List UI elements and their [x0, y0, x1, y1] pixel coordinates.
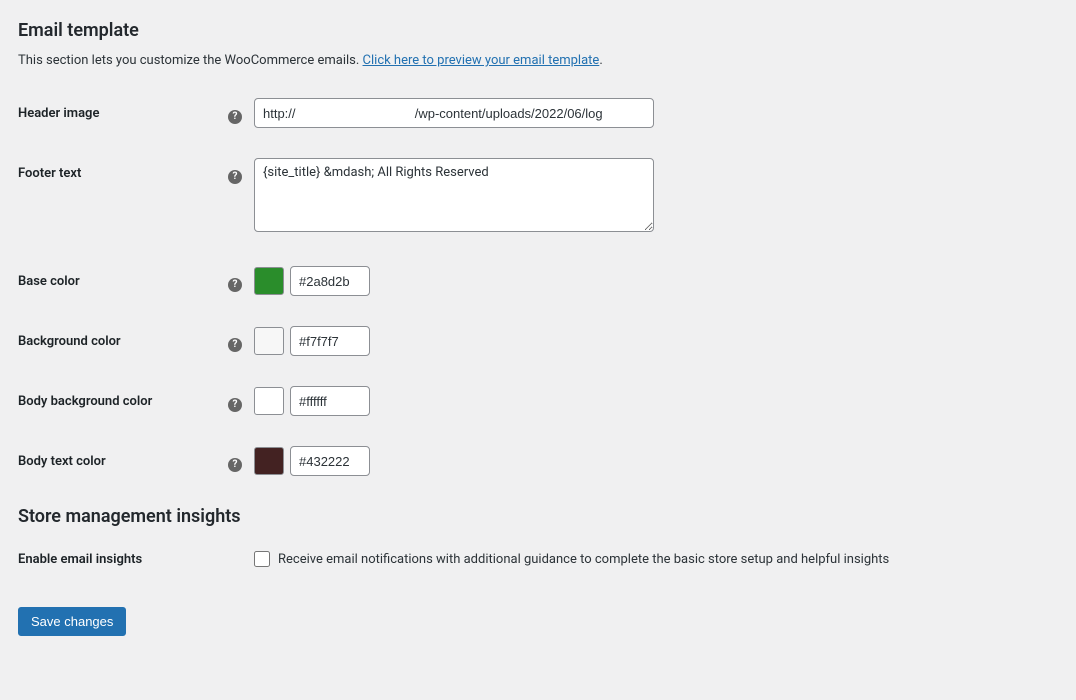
help-icon[interactable]: ? [228, 458, 242, 472]
body-text-color-swatch[interactable] [254, 447, 284, 475]
help-icon[interactable]: ? [228, 398, 242, 412]
section-email-template-desc: This section lets you customize the WooC… [18, 53, 1058, 68]
help-icon[interactable]: ? [228, 170, 242, 184]
header-image-label: Header image [18, 98, 228, 121]
body-bg-color-input[interactable] [290, 386, 370, 416]
base-color-input[interactable] [290, 266, 370, 296]
footer-text-label: Footer text [18, 158, 228, 181]
body-bg-color-swatch[interactable] [254, 387, 284, 415]
desc-prefix: This section lets you customize the WooC… [18, 53, 363, 68]
base-color-label: Base color [18, 266, 228, 289]
body-text-color-input[interactable] [290, 446, 370, 476]
section-insights-title: Store management insights [18, 506, 1058, 527]
enable-insights-checkbox[interactable] [254, 551, 270, 567]
background-color-swatch[interactable] [254, 327, 284, 355]
preview-email-link[interactable]: Click here to preview your email templat… [363, 53, 600, 68]
body-text-color-label: Body text color [18, 446, 228, 469]
footer-text-textarea[interactable]: {site_title} &mdash; All Rights Reserved [254, 158, 654, 232]
background-color-input[interactable] [290, 326, 370, 356]
enable-insights-desc: Receive email notifications with additio… [278, 552, 889, 567]
desc-suffix: . [599, 53, 602, 68]
help-icon[interactable]: ? [228, 338, 242, 352]
save-changes-button[interactable]: Save changes [18, 607, 126, 636]
body-bg-color-label: Body background color [18, 386, 228, 409]
header-image-input[interactable] [254, 98, 654, 128]
enable-insights-label: Enable email insights [18, 552, 254, 567]
base-color-swatch[interactable] [254, 267, 284, 295]
section-email-template-title: Email template [18, 20, 1058, 41]
help-icon[interactable]: ? [228, 278, 242, 292]
background-color-label: Background color [18, 326, 228, 349]
help-icon[interactable]: ? [228, 110, 242, 124]
